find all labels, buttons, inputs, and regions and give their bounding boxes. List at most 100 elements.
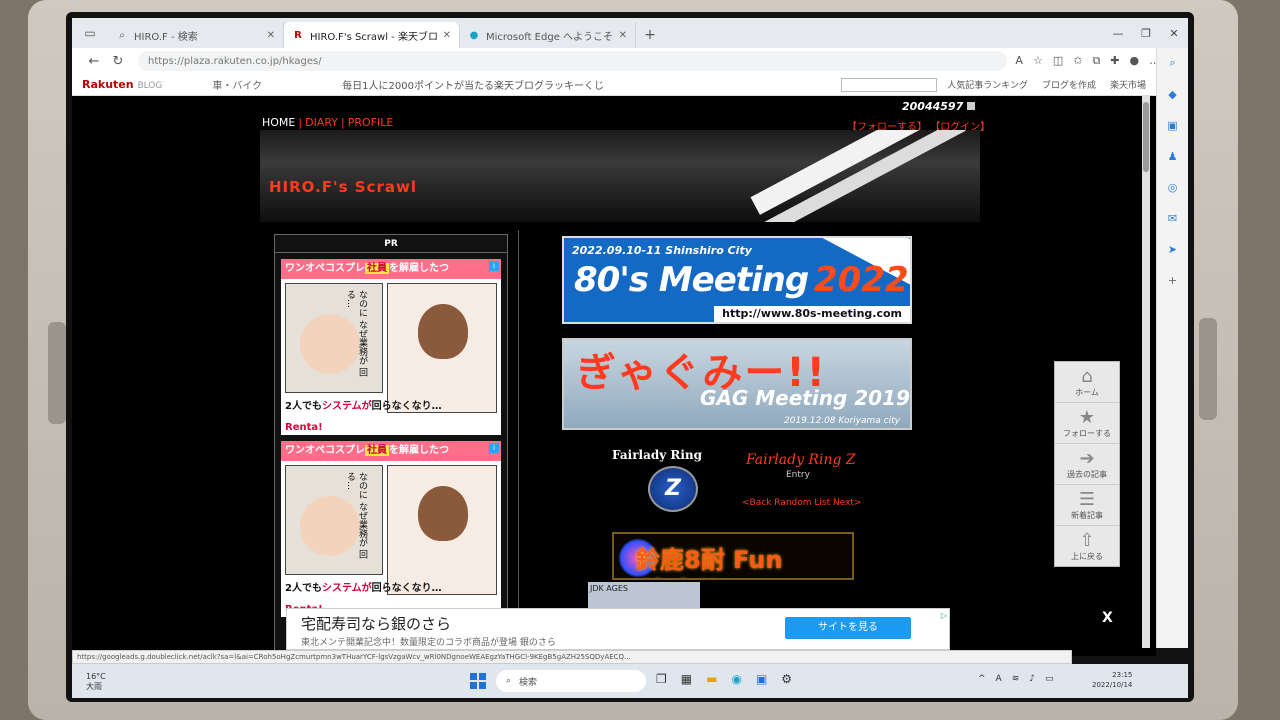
new-tab-button[interactable]: + [636, 22, 664, 48]
tools-icon[interactable]: ▣ [1167, 119, 1177, 132]
ring-navigation-links[interactable]: <Back Random List Next> [742, 498, 861, 508]
caption-text: 2人でも [285, 583, 322, 594]
favorites-icon[interactable]: ✩ [1073, 54, 1082, 68]
caption-text: 回らなくなり… [371, 401, 442, 412]
blog-search-input[interactable] [841, 77, 938, 92]
close-ad-button[interactable]: X [1102, 610, 1113, 626]
tab-blog[interactable]: R HIRO.F's Scrawl - 楽天ブロ ✕ [284, 22, 460, 48]
float-nav-follow[interactable]: ★ フォローする [1055, 403, 1119, 444]
tab-search[interactable]: ⌕ HIRO.F - 検索 ✕ [108, 22, 284, 48]
gag-meeting-banner[interactable]: ぎゃぐみー!! GAG Meeting 2019 2019.12.08 Kori… [562, 338, 912, 430]
games-icon[interactable]: ♟ [1168, 150, 1178, 163]
ad-info-icon[interactable]: i [489, 261, 499, 271]
ime-icon[interactable]: A [996, 674, 1002, 684]
url-text: https://plaza.rakuten.co.jp/hkages/ [148, 55, 322, 67]
favorite-star-icon[interactable]: ☆ [1033, 54, 1043, 68]
minimize-icon[interactable]: — [1104, 27, 1132, 40]
profile-icon[interactable]: ● [1130, 54, 1140, 68]
office-icon[interactable]: ◎ [1168, 181, 1178, 194]
fairlady-z-badge[interactable]: Z [648, 466, 698, 512]
battery-icon[interactable]: ▭ [1045, 674, 1054, 684]
tab-actions-icon[interactable]: ▭ [72, 18, 108, 48]
close-window-icon[interactable]: ✕ [1160, 27, 1188, 40]
rakuten-ichiba-link[interactable]: 楽天市場 [1110, 78, 1146, 91]
collections-icon[interactable]: ⧉ [1092, 54, 1100, 68]
manga-panel-right [387, 283, 497, 413]
ranking-link[interactable]: 人気記事ランキング [947, 78, 1028, 91]
chevron-up-icon[interactable]: ^ [978, 674, 986, 684]
headline-text: を解雇したつ [389, 445, 449, 456]
ad-caption: 2人でもシステムが回らなくなり… [285, 397, 442, 412]
eighties-meeting-banner[interactable]: 2022.09.10-11 Shinshiro City 80's Meetin… [562, 236, 912, 324]
anchor-ad[interactable]: ▷ 宅配寿司なら銀のさら 東北メンテ開業記念中！数量限定のコラボ商品が登場 銀の… [286, 608, 950, 650]
event-date: 2022.09.10-11 Shinshiro City [572, 244, 752, 257]
widgets-icon[interactable]: ▦ [681, 672, 692, 686]
scrollbar-thumb[interactable] [1143, 102, 1149, 172]
weather-widget[interactable]: 16°C 大雨 [86, 672, 106, 692]
taskbar-search[interactable]: ⌕ 検索 [496, 670, 646, 692]
back-arrow-icon[interactable]: ← [82, 54, 106, 69]
extensions-icon[interactable]: ✚ [1110, 54, 1119, 68]
float-nav-top[interactable]: ⇧ 上に戻る [1055, 526, 1119, 566]
fairlady-ring-label: Fairlady Ring [612, 448, 703, 462]
close-icon[interactable]: ✕ [267, 30, 275, 41]
tab-title: HIRO.F - 検索 [134, 31, 198, 43]
file-explorer-icon[interactable]: ▬ [706, 672, 717, 686]
add-icon[interactable]: + [1168, 274, 1177, 287]
manga-ad[interactable]: ワンオペコスプレ 社員 を解雇したつ i なのに なぜ業務が 回る… 2人でもシステ… [281, 441, 501, 617]
suzuka-fun-club-banner[interactable]: 鈴鹿8耐 Fun Club!! [612, 532, 854, 580]
refresh-icon[interactable]: ↻ [106, 54, 130, 69]
headline-highlight: 社員 [365, 263, 389, 274]
taskbar-clock[interactable]: 23:15 2022/10/14 [1092, 670, 1132, 690]
tab-edge-welcome[interactable]: ● Microsoft Edge へようこそ ✕ [460, 22, 636, 48]
float-nav-home[interactable]: ⌂ ホーム [1055, 362, 1119, 403]
nav-separator: | [298, 116, 303, 129]
column-divider [518, 230, 519, 650]
maximize-icon[interactable]: ❐ [1132, 27, 1160, 40]
site-title[interactable]: HIRO.F's Scrawl [269, 178, 417, 196]
float-nav-label: フォローする [1063, 428, 1111, 438]
nav-profile[interactable]: PROFILE [348, 116, 394, 129]
arrow-right-icon: ➔ [1079, 447, 1095, 469]
outlook-icon[interactable]: ✉ [1168, 212, 1177, 225]
entry-link[interactable]: Entry [786, 470, 810, 480]
float-nav-past-posts[interactable]: ➔ 過去の記事 [1055, 444, 1119, 485]
weather-temp: 16°C [86, 672, 106, 681]
float-nav-label: 新着記事 [1071, 510, 1103, 520]
wifi-icon[interactable]: ≋ [1012, 674, 1020, 684]
visitor-counter: 20044597 [902, 100, 976, 113]
create-blog-link[interactable]: ブログを作成 [1042, 78, 1096, 91]
nav-diary[interactable]: DIARY [305, 116, 338, 129]
read-aloud-icon[interactable]: A [1015, 54, 1023, 68]
search-icon[interactable]: ⌕ [1169, 56, 1175, 70]
rakuten-logo[interactable]: Rakuten BLOG [82, 78, 162, 91]
split-screen-icon[interactable]: ◫ [1053, 54, 1063, 68]
manga-panel-right [387, 465, 497, 595]
event-year: 2022 [814, 260, 909, 300]
shopping-tag-icon[interactable]: ◆ [1168, 88, 1176, 101]
speech-bubble: なのに なぜ業務が 回る… [345, 290, 367, 377]
store-icon[interactable]: ▣ [756, 672, 767, 686]
float-nav-label: ホーム [1075, 387, 1099, 397]
nav-home[interactable]: HOME [262, 116, 295, 129]
send-icon[interactable]: ➤ [1168, 243, 1177, 256]
fairlady-ring-z-link[interactable]: Fairlady Ring Z [746, 452, 856, 468]
float-nav-new-posts[interactable]: ☰ 新着記事 [1055, 485, 1119, 526]
page-scrollbar[interactable] [1142, 96, 1150, 648]
manga-ad[interactable]: ワンオペコスプレ 社員 を解雇したつ i なのに なぜ業務が 回る… 2人でもシステ… [281, 259, 501, 435]
ad-choices-icon[interactable]: ▷ [941, 611, 947, 620]
arrow-up-icon: ⇧ [1079, 529, 1095, 551]
start-button[interactable] [470, 673, 486, 689]
visit-site-button[interactable]: サイトを見る [785, 617, 911, 639]
edge-icon[interactable]: ◉ [731, 672, 741, 686]
settings-gear-icon[interactable]: ⚙ [781, 672, 792, 686]
volume-icon[interactable]: ♪ [1029, 674, 1035, 684]
ad-info-icon[interactable]: i [489, 443, 499, 453]
task-view-icon[interactable]: ❐ [656, 672, 667, 686]
url-field[interactable]: https://plaza.rakuten.co.jp/hkages/ [138, 51, 1008, 71]
star-icon: ★ [1078, 406, 1096, 428]
close-icon[interactable]: ✕ [443, 30, 451, 41]
lottery-marquee[interactable]: 毎日1人に2000ポイントが当たる楽天ブログラッキーくじ [342, 77, 831, 92]
close-icon[interactable]: ✕ [619, 30, 627, 41]
blog-category[interactable]: 車・バイク [212, 77, 262, 92]
